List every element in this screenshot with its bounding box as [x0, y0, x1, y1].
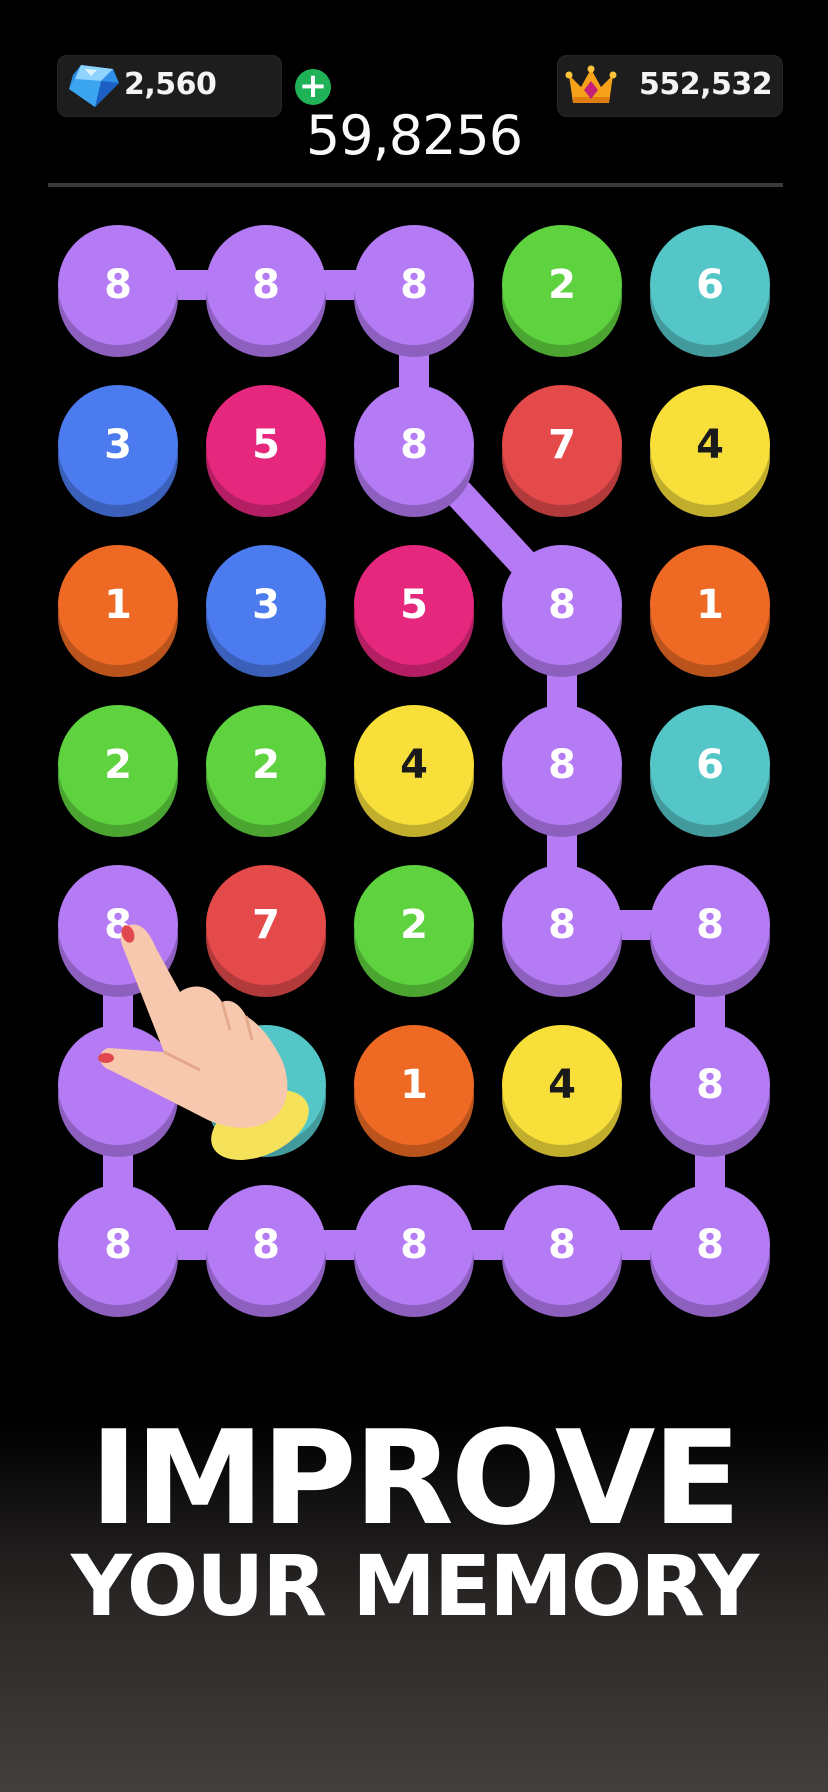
tile-value: 8: [58, 865, 178, 985]
number-tile[interactable]: 8: [502, 865, 622, 997]
tile-value: 8: [206, 225, 326, 345]
number-tile[interactable]: 2: [206, 705, 326, 837]
tile-value: 5: [354, 545, 474, 665]
tile-value: 1: [58, 545, 178, 665]
number-tile[interactable]: 8: [58, 225, 178, 357]
tile-value: 8: [502, 1185, 622, 1305]
number-tile[interactable]: 8: [502, 1185, 622, 1317]
tile-value: [206, 1025, 326, 1145]
tile-value: 4: [502, 1025, 622, 1145]
number-tile[interactable]: 4: [502, 1025, 622, 1157]
number-tile[interactable]: 3: [206, 545, 326, 677]
tile-value: 8: [502, 705, 622, 825]
number-tile[interactable]: 8: [58, 865, 178, 997]
number-tile[interactable]: 1: [58, 545, 178, 677]
tile-value: 2: [206, 705, 326, 825]
number-tile[interactable]: [206, 1025, 326, 1157]
number-tile[interactable]: 1: [650, 545, 770, 677]
number-tile[interactable]: [58, 1025, 178, 1157]
number-tile[interactable]: 8: [354, 225, 474, 357]
number-tile[interactable]: 8: [206, 225, 326, 357]
number-tile[interactable]: 2: [58, 705, 178, 837]
number-tile[interactable]: 8: [502, 545, 622, 677]
tile-value: 4: [354, 705, 474, 825]
tile-value: 8: [354, 1185, 474, 1305]
tile-value: 3: [206, 545, 326, 665]
tile-value: 8: [58, 1185, 178, 1305]
number-tile[interactable]: 4: [354, 705, 474, 837]
tile-value: 8: [650, 865, 770, 985]
tile-value: 8: [58, 225, 178, 345]
number-tile[interactable]: 1: [354, 1025, 474, 1157]
tile-value: [58, 1025, 178, 1145]
tile-value: 8: [650, 1025, 770, 1145]
tile-value: 5: [206, 385, 326, 505]
tile-value: 8: [354, 385, 474, 505]
tile-value: 8: [650, 1185, 770, 1305]
number-tile[interactable]: 8: [650, 865, 770, 997]
tile-value: 3: [58, 385, 178, 505]
tile-value: 6: [650, 225, 770, 345]
slogan-line-2: YOUR MEMORY: [70, 1537, 759, 1635]
number-tile[interactable]: 8: [650, 1025, 770, 1157]
number-tile[interactable]: 5: [206, 385, 326, 517]
number-tile[interactable]: 8: [650, 1185, 770, 1317]
number-tile[interactable]: 2: [502, 225, 622, 357]
tile-value: 4: [650, 385, 770, 505]
number-tile[interactable]: 8: [502, 705, 622, 837]
tile-value: 8: [206, 1185, 326, 1305]
number-tile[interactable]: 5: [354, 545, 474, 677]
number-tile[interactable]: 6: [650, 225, 770, 357]
number-tile[interactable]: 8: [58, 1185, 178, 1317]
number-tile[interactable]: 3: [58, 385, 178, 517]
tile-value: 2: [58, 705, 178, 825]
tile-value: 8: [502, 545, 622, 665]
number-tile[interactable]: 6: [650, 705, 770, 837]
tile-value: 8: [354, 225, 474, 345]
tile-value: 6: [650, 705, 770, 825]
number-tile[interactable]: 8: [354, 1185, 474, 1317]
number-tile[interactable]: 8: [206, 1185, 326, 1317]
number-tile[interactable]: 7: [502, 385, 622, 517]
number-tile[interactable]: 4: [650, 385, 770, 517]
tile-value: 2: [354, 865, 474, 985]
number-tile[interactable]: 2: [354, 865, 474, 997]
tile-value: 7: [206, 865, 326, 985]
game-screen: 2,560 + 552,532 59,8256 8882635874135812…: [0, 0, 828, 1792]
number-tile[interactable]: 8: [354, 385, 474, 517]
number-tile[interactable]: 7: [206, 865, 326, 997]
slogan-line-1: IMPROVE: [89, 1402, 742, 1554]
tile-value: 7: [502, 385, 622, 505]
tile-value: 1: [354, 1025, 474, 1145]
tile-value: 8: [502, 865, 622, 985]
tile-value: 1: [650, 545, 770, 665]
tile-value: 2: [502, 225, 622, 345]
